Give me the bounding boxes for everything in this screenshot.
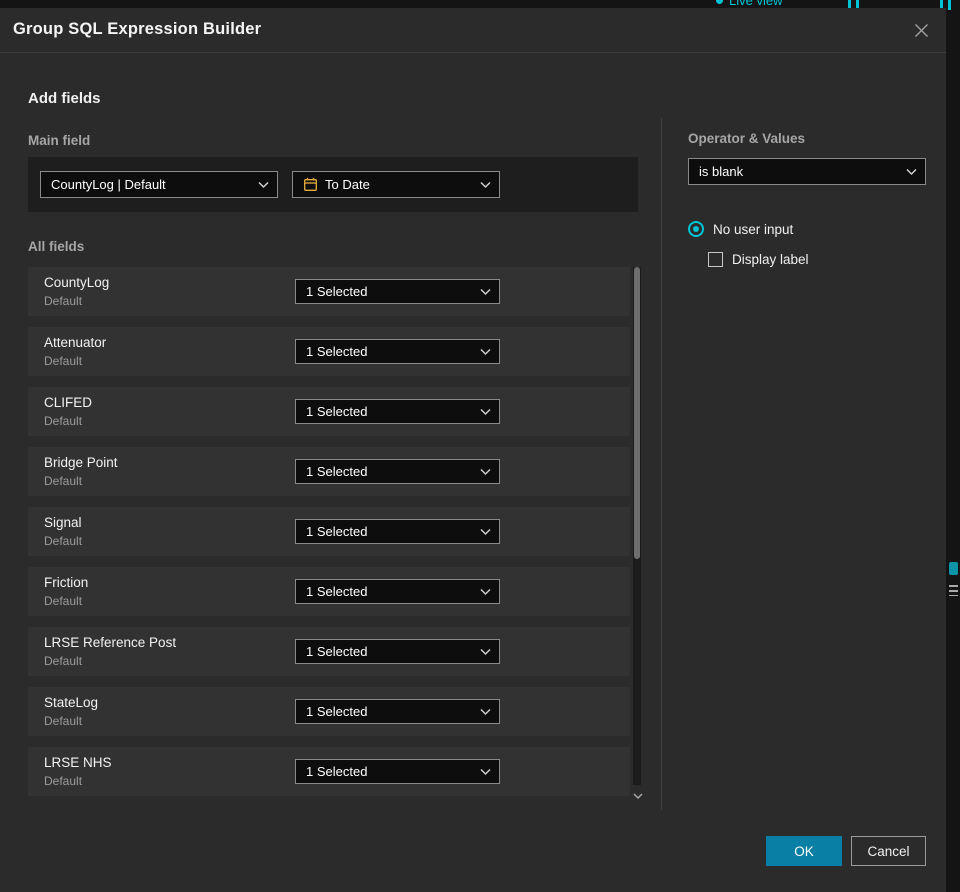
field-selection-value: 1 Selected [306,584,368,599]
scrollbar-down-arrow-icon[interactable] [631,789,644,802]
ok-button[interactable]: OK [766,836,842,866]
field-row: Signal Default 1 Selected [28,507,630,556]
section-title: Add fields [28,90,101,107]
vertical-divider [661,118,662,810]
field-selection-dropdown[interactable]: 1 Selected [295,579,500,604]
field-row: Bridge Point Default 1 Selected [28,447,630,496]
chevron-down-icon [480,588,491,595]
field-name: LRSE NHS [44,755,112,770]
field-selection-value: 1 Selected [306,404,368,419]
main-field-select-value: CountyLog | Default [51,177,166,192]
field-subtitle: Default [44,414,83,428]
field-selection-value: 1 Selected [306,644,368,659]
scrollbar-track[interactable] [633,267,641,785]
field-name: Bridge Point [44,455,118,470]
field-name: Attenuator [44,335,107,350]
field-selection-value: 1 Selected [306,764,368,779]
checkbox-label: Display label [732,252,809,267]
field-selection-value: 1 Selected [306,464,368,479]
operator-select[interactable]: is blank [688,158,926,185]
field-name: Signal [44,515,82,530]
background-icon-fragment [949,585,958,596]
radio-label: No user input [713,221,794,237]
chevron-down-icon [480,708,491,715]
field-selection-dropdown[interactable]: 1 Selected [295,339,500,364]
field-selection-value: 1 Selected [306,284,368,299]
display-label-option: Display label [708,252,809,267]
field-subtitle: Default [44,294,83,308]
screen: Live view Group SQL Expression Builder A… [0,0,960,892]
field-selection-dropdown[interactable]: 1 Selected [295,639,500,664]
field-row: StateLog Default 1 Selected [28,687,630,736]
field-subtitle: Default [44,594,83,608]
main-field-select[interactable]: CountyLog | Default [40,171,278,198]
radio-button-selected[interactable] [688,221,704,237]
field-row: Attenuator Default 1 Selected [28,327,630,376]
live-view-label: Live view [729,0,783,8]
field-selection-dropdown[interactable]: 1 Selected [295,459,500,484]
field-row: LRSE Reference Post Default 1 Selected [28,627,630,676]
operator-values-label: Operator & Values [688,131,806,146]
all-fields-label: All fields [28,239,85,254]
operator-select-value: is blank [699,164,744,179]
field-selection-value: 1 Selected [306,704,368,719]
group-sql-expression-builder-dialog: Group SQL Expression Builder Add fields … [0,8,946,892]
field-selection-value: 1 Selected [306,524,368,539]
no-user-input-option: No user input [688,221,793,237]
field-selection-dropdown[interactable]: 1 Selected [295,279,500,304]
chevron-down-icon [480,181,491,188]
checkbox-unchecked[interactable] [708,252,723,267]
main-field-label: Main field [28,133,91,148]
background-icon-fragment [949,562,958,575]
close-icon[interactable] [908,17,934,43]
field-name: LRSE Reference Post [44,635,177,650]
live-view-indicator: Live view [716,0,782,8]
field-selection-dropdown[interactable]: 1 Selected [295,759,500,784]
field-subtitle: Default [44,534,83,548]
field-subtitle: Default [44,474,83,488]
field-name: Friction [44,575,89,590]
dialog-title: Group SQL Expression Builder [13,20,262,38]
field-selection-dropdown[interactable]: 1 Selected [295,699,500,724]
chevron-down-icon [480,768,491,775]
field-row: CountyLog Default 1 Selected [28,267,630,316]
field-name: StateLog [44,695,99,710]
chevron-down-icon [258,181,269,188]
chevron-down-icon [480,468,491,475]
chevron-down-icon [480,348,491,355]
field-row: LRSE NHS Default 1 Selected [28,747,630,796]
all-fields-list: CountyLog Default 1 Selected Attenuator … [28,267,630,807]
field-subtitle: Default [44,654,83,668]
main-field-date-select[interactable]: To Date [292,171,500,198]
cancel-button[interactable]: Cancel [851,836,926,866]
field-selection-dropdown[interactable]: 1 Selected [295,399,500,424]
dialog-titlebar: Group SQL Expression Builder [0,8,946,53]
chevron-down-icon [480,648,491,655]
calendar-icon [303,177,318,192]
live-view-dot [716,0,723,4]
chevron-down-icon [480,528,491,535]
field-name: CountyLog [44,275,110,290]
field-subtitle: Default [44,774,83,788]
chevron-down-icon [480,288,491,295]
field-subtitle: Default [44,714,83,728]
field-selection-dropdown[interactable]: 1 Selected [295,519,500,544]
chevron-down-icon [480,408,491,415]
chevron-down-icon [906,168,917,175]
field-row: Friction Default 1 Selected [28,567,630,616]
scrollbar-thumb[interactable] [634,267,640,559]
field-subtitle: Default [44,354,83,368]
main-field-row: CountyLog | Default To Date [28,157,638,212]
field-name: CLIFED [44,395,93,410]
field-row: CLIFED Default 1 Selected [28,387,630,436]
field-selection-value: 1 Selected [306,344,368,359]
main-field-date-value: To Date [325,177,370,192]
